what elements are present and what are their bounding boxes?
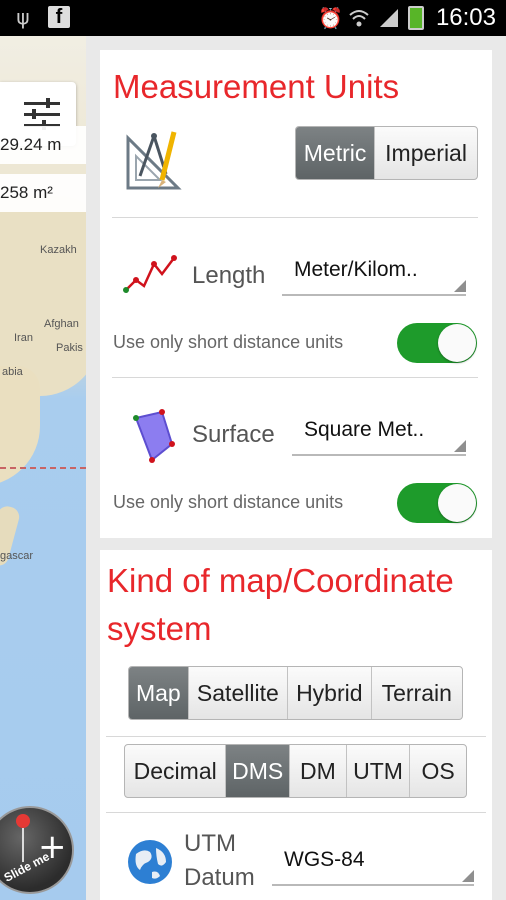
signal-icon	[378, 7, 400, 29]
wifi-icon	[348, 7, 370, 29]
slide-me-label: Slide me	[1, 849, 52, 885]
map-coordinate-title-line2: system	[107, 610, 212, 647]
map-label: abia	[2, 366, 23, 378]
battery-icon	[407, 6, 424, 30]
map-label: Pakis	[56, 342, 83, 354]
map-label: Afghan	[44, 318, 79, 330]
measurement-units-title: Measurement Units	[113, 68, 400, 105]
map-coordinate-title-line1: Kind of map/Coordinate	[107, 562, 454, 599]
slide-me-button[interactable]: + Slide me	[0, 806, 74, 894]
map-label: Kazakh	[40, 244, 77, 256]
coord-format-utm[interactable]: UTM	[347, 745, 411, 797]
measurement-units-card: Measurement Units Metric Imperial Length…	[100, 50, 492, 538]
coordinate-format-toggle[interactable]: Decimal DMS DM UTM OS	[124, 744, 467, 798]
dropdown-arrow-icon	[462, 870, 474, 882]
area-readout: 258 m²	[0, 174, 86, 212]
surface-short-units-label: Use only short distance units	[113, 492, 344, 512]
dropdown-arrow-icon	[454, 440, 466, 452]
map-type-hybrid[interactable]: Hybrid	[288, 667, 372, 719]
pin-icon	[16, 814, 30, 828]
length-readout: 29.24 m	[0, 126, 86, 164]
surface-polygon-icon	[128, 408, 178, 470]
map-coordinate-card: Kind of map/Coordinate system Map Satell…	[100, 550, 492, 900]
length-unit-dropdown[interactable]: Meter/Kilom..	[282, 250, 466, 296]
length-unit-value: Meter/Kilom..	[294, 258, 418, 281]
utm-datum-label-line2: Datum	[184, 864, 255, 891]
status-bar: ψ f ⏰ 16:03	[0, 0, 506, 36]
facebook-icon: f	[48, 6, 70, 28]
unit-system-toggle[interactable]: Metric Imperial	[295, 126, 478, 180]
usb-icon: ψ	[16, 5, 30, 29]
alarm-icon: ⏰	[317, 6, 343, 30]
map-type-satellite[interactable]: Satellite	[189, 667, 289, 719]
utm-datum-value: WGS-84	[284, 848, 365, 871]
utm-datum-label-line1: UTM	[184, 830, 236, 857]
map-type-terrain[interactable]: Terrain	[372, 667, 462, 719]
imperial-option[interactable]: Imperial	[375, 127, 477, 179]
length-short-units-label: Use only short distance units	[113, 332, 344, 352]
surface-short-units-toggle[interactable]	[397, 483, 477, 523]
settings-panel: Measurement Units Metric Imperial Length…	[86, 36, 506, 900]
map-label: Iran	[14, 332, 33, 344]
length-line-icon	[122, 250, 182, 302]
surface-unit-value: Square Met..	[304, 418, 425, 441]
map-type-toggle[interactable]: Map Satellite Hybrid Terrain	[128, 666, 463, 720]
globe-icon	[126, 838, 174, 890]
clock: 16:03	[435, 4, 496, 31]
map-label: gascar	[0, 550, 34, 562]
drafting-tools-icon	[124, 130, 182, 196]
equator-line	[0, 467, 86, 469]
map-type-map[interactable]: Map	[129, 667, 189, 719]
coord-format-dm[interactable]: DM	[290, 745, 347, 797]
dropdown-arrow-icon	[454, 280, 466, 292]
length-short-units-toggle[interactable]	[397, 323, 477, 363]
length-label: Length	[192, 262, 266, 289]
coord-format-decimal[interactable]: Decimal	[125, 745, 227, 797]
metric-option[interactable]: Metric	[296, 127, 376, 179]
coord-format-os[interactable]: OS	[410, 745, 466, 797]
coord-format-dms[interactable]: DMS	[226, 745, 291, 797]
map-view[interactable]: Kazakh Afghan Iran Pakis abia gascar 29.…	[0, 36, 86, 900]
surface-unit-dropdown[interactable]: Square Met..	[292, 410, 466, 456]
surface-label: Surface	[192, 421, 275, 448]
utm-datum-dropdown[interactable]: WGS-84	[272, 840, 474, 886]
